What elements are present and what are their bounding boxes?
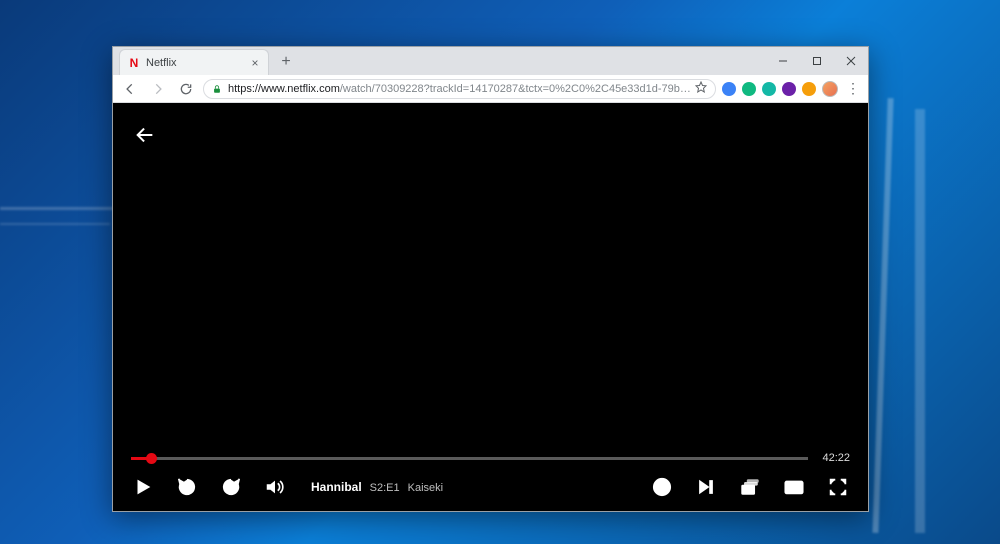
netflix-player[interactable]: 42:22 10 10 bbox=[113, 103, 868, 511]
buttons-row: 10 10 bbox=[131, 475, 850, 499]
bookmark-star-icon[interactable] bbox=[695, 81, 707, 96]
tab-netflix[interactable]: N Netflix × bbox=[119, 49, 269, 75]
window-close-button[interactable] bbox=[834, 47, 868, 75]
wallpaper-decoration bbox=[872, 98, 893, 533]
extensions-tray: ⋮ bbox=[722, 80, 862, 97]
nav-back-button[interactable] bbox=[119, 78, 141, 100]
extension-icon[interactable] bbox=[742, 82, 756, 96]
progress-thumb[interactable] bbox=[146, 453, 157, 464]
url-host: https://www.netflix.com bbox=[228, 83, 340, 95]
now-playing-title: Hannibal S2:E1 Kaiseki bbox=[311, 480, 443, 494]
window-minimize-button[interactable] bbox=[766, 47, 800, 75]
season-episode: S2:E1 bbox=[370, 482, 400, 494]
extension-icon[interactable] bbox=[802, 82, 816, 96]
extension-icon[interactable] bbox=[722, 82, 736, 96]
episodes-button[interactable] bbox=[738, 475, 762, 499]
player-back-button[interactable] bbox=[131, 121, 159, 149]
volume-button[interactable] bbox=[263, 475, 287, 499]
svg-text:10: 10 bbox=[227, 485, 235, 492]
window-maximize-button[interactable] bbox=[800, 47, 834, 75]
tab-strip: N Netflix × + bbox=[113, 47, 868, 75]
lock-icon bbox=[212, 84, 222, 94]
progress-bar[interactable] bbox=[131, 451, 808, 465]
skip-back-10-button[interactable]: 10 bbox=[175, 475, 199, 499]
tab-title: Netflix bbox=[146, 57, 177, 69]
svg-text:10: 10 bbox=[183, 485, 191, 492]
progress-row: 42:22 bbox=[131, 451, 850, 465]
nav-reload-button[interactable] bbox=[175, 78, 197, 100]
url-path: /watch/70309228?trackId=14170287&tctx=0%… bbox=[340, 83, 691, 95]
new-tab-button[interactable]: + bbox=[275, 51, 297, 73]
skip-forward-10-button[interactable]: 10 bbox=[219, 475, 243, 499]
next-episode-button[interactable] bbox=[694, 475, 718, 499]
fullscreen-button[interactable] bbox=[826, 475, 850, 499]
subtitles-button[interactable] bbox=[782, 475, 806, 499]
extension-icon[interactable] bbox=[782, 82, 796, 96]
nav-forward-button[interactable] bbox=[147, 78, 169, 100]
wallpaper-decoration bbox=[0, 207, 120, 210]
wallpaper-decoration bbox=[0, 223, 110, 225]
time-remaining: 42:22 bbox=[822, 452, 850, 464]
tab-close-button[interactable]: × bbox=[248, 56, 262, 70]
chrome-menu-button[interactable]: ⋮ bbox=[844, 80, 862, 97]
show-name: Hannibal bbox=[311, 480, 362, 494]
windows-desktop: N Netflix × + https://www.netflix.com/wa… bbox=[0, 0, 1000, 544]
netflix-favicon: N bbox=[128, 57, 140, 69]
extension-icon[interactable] bbox=[762, 82, 776, 96]
help-button[interactable] bbox=[650, 475, 674, 499]
chrome-window: N Netflix × + https://www.netflix.com/wa… bbox=[112, 46, 869, 512]
address-bar[interactable]: https://www.netflix.com/watch/70309228?t… bbox=[203, 79, 716, 99]
toolbar: https://www.netflix.com/watch/70309228?t… bbox=[113, 75, 868, 103]
wallpaper-decoration bbox=[915, 109, 925, 533]
episode-name: Kaiseki bbox=[408, 482, 443, 494]
progress-track bbox=[131, 457, 808, 460]
window-controls bbox=[766, 47, 868, 75]
player-controls: 42:22 10 10 bbox=[113, 451, 868, 511]
play-button[interactable] bbox=[131, 475, 155, 499]
profile-avatar[interactable] bbox=[822, 81, 838, 97]
